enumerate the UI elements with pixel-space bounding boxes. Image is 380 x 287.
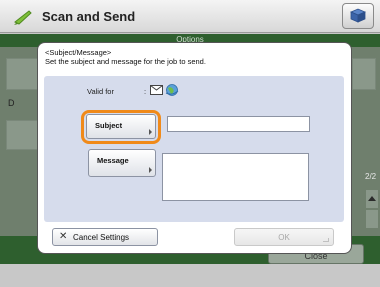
status-monitor-button[interactable] [342, 3, 374, 29]
cancel-settings-button[interactable]: ✕ Cancel Settings [52, 228, 158, 246]
internet-fax-icon [165, 84, 179, 96]
ok-label: OK [278, 233, 290, 242]
cancel-settings-label: Cancel Settings [73, 233, 130, 242]
background-tile [6, 58, 40, 90]
background-tile [6, 120, 40, 150]
page-indicator: 2/2 [365, 172, 377, 181]
monitor-icon [349, 8, 367, 23]
scroll-down-button[interactable] [366, 210, 378, 228]
close-icon: ✕ [59, 231, 68, 242]
subject-field[interactable] [167, 116, 310, 132]
return-icon [323, 238, 329, 242]
arrow-right-icon [149, 129, 152, 135]
background-partial-label: D [8, 98, 15, 108]
ok-button[interactable]: OK [234, 228, 334, 246]
app-title: Scan and Send [42, 9, 136, 24]
subject-message-dialog: <Subject/Message> Set the subject and me… [38, 43, 351, 253]
message-field[interactable] [162, 153, 309, 201]
scroll-up-button[interactable] [366, 190, 378, 208]
scan-send-icon [14, 10, 32, 25]
settings-panel: Valid for : Subject Message [44, 76, 344, 222]
subject-button[interactable]: Subject [86, 114, 156, 139]
footer-bar [0, 264, 380, 287]
valid-for-label: Valid for [87, 87, 114, 96]
arrow-right-icon [149, 167, 152, 173]
title-bar: Scan and Send [0, 0, 380, 33]
dialog-instruction: <Subject/Message> Set the subject and me… [45, 48, 206, 66]
message-button-label: Message [97, 156, 129, 165]
email-icon [150, 85, 163, 95]
background-tile [352, 58, 376, 90]
valid-for-colon: : [144, 87, 147, 96]
subject-button-label: Subject [95, 121, 123, 130]
message-button[interactable]: Message [88, 149, 156, 177]
